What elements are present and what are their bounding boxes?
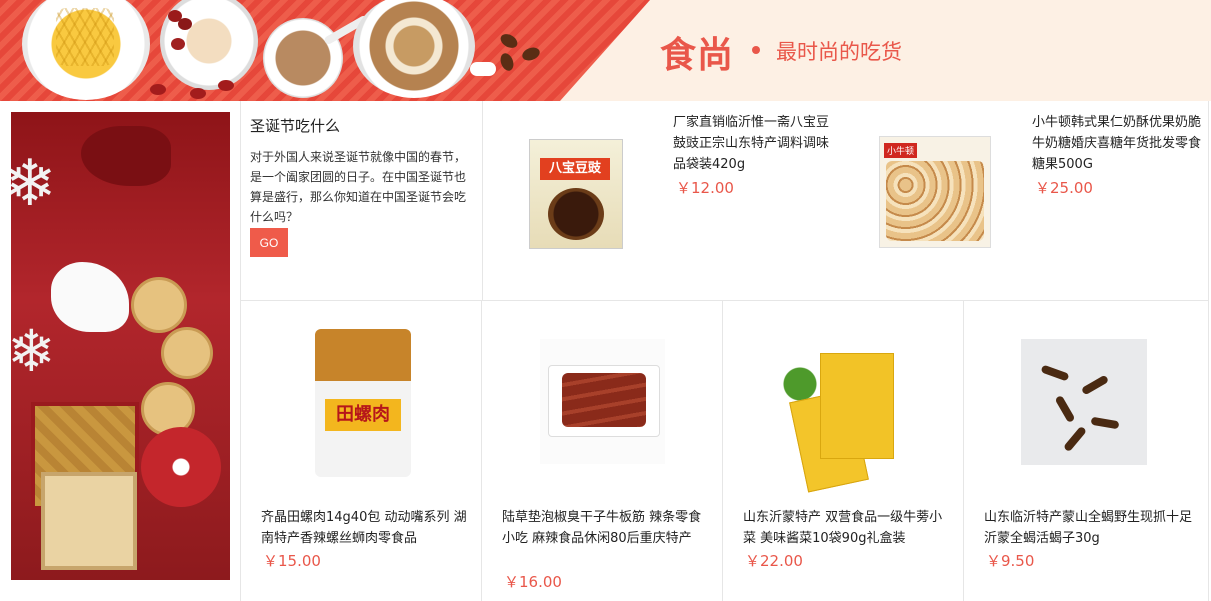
product-image[interactable]: 八宝豆豉 — [529, 139, 623, 249]
product-price: ￥15.00 — [263, 552, 321, 570]
header-banner: 食尚 最时尚的吃货 — [0, 0, 1211, 101]
product-image[interactable] — [768, 343, 908, 493]
product-image[interactable] — [1021, 339, 1147, 465]
product-card[interactable]: 田螺肉 齐晶田螺肉14g40包 动动嘴系列 湖南特产香辣螺丝蛳肉零食品 ￥15.… — [241, 301, 482, 601]
product-price: ￥22.00 — [745, 552, 803, 570]
product-price: ￥25.00 — [1035, 179, 1093, 197]
red-date-icon — [190, 88, 206, 99]
beef-jerky-image — [562, 373, 646, 427]
product-name[interactable]: 小牛顿韩式果仁奶酥优果奶脆牛奶糖婚庆喜糖年货批发零食糖果500G — [1032, 112, 1204, 175]
product-name[interactable]: 厂家直销临沂惟一斋八宝豆鼓豉正宗山东特产调料调味品袋装420g — [673, 112, 838, 175]
tree-cookie-image — [41, 472, 137, 570]
scorpion-image — [1080, 374, 1110, 396]
milk-tea-cup-image — [263, 18, 343, 98]
separator-dot — [752, 46, 760, 54]
product-card[interactable]: 山东沂蒙特产 双营食品一级牛蒡小菜 美味酱菜10袋90g礼盒装 ￥22.00 — [723, 301, 964, 601]
pack-top-image — [315, 329, 411, 381]
feature-title[interactable]: 圣诞节吃什么 — [250, 115, 340, 136]
pack-label: 田螺肉 — [325, 399, 401, 431]
grid-divider — [1208, 101, 1209, 601]
product-card[interactable]: 陆草垫泡椒臭干子牛板筋 辣条零食小吃 麻辣食品休闲80后重庆特产 ￥16.00 — [482, 301, 723, 601]
product-image[interactable]: 田螺肉 — [315, 329, 411, 477]
brand-slogan: 最时尚的吃货 — [776, 40, 902, 64]
honeycomb-plate-image — [22, 0, 150, 100]
product-card[interactable]: 八宝豆豉 厂家直销临沂惟一斋八宝豆鼓豉正宗山东特产调料调味品袋装420g ￥12… — [483, 101, 845, 300]
feature-description: 对于外国人来说圣诞节就像中国的春节，是一个阖家团圆的日子。在中国圣诞节也算是盛行… — [250, 150, 467, 224]
product-image[interactable] — [540, 339, 665, 464]
product-name[interactable]: 山东沂蒙特产 双营食品一级牛蒡小菜 美味酱菜10袋90g礼盒装 — [743, 507, 953, 549]
snowflake-icon: ❄ — [11, 147, 57, 221]
cup-handle-image — [470, 62, 496, 76]
product-price: ￥9.50 — [986, 552, 1035, 570]
pack-image — [820, 353, 894, 459]
go-button[interactable]: GO — [250, 228, 288, 257]
brand-logo[interactable]: 食尚 — [660, 26, 734, 78]
pack-label: 小牛顿 — [884, 143, 918, 158]
coffee-bean-icon — [520, 45, 542, 63]
product-name[interactable]: 陆草垫泡椒臭干子牛板筋 辣条零食小吃 麻辣食品休闲80后重庆特产 — [502, 507, 712, 549]
cookie-image — [161, 327, 213, 379]
candy-image — [886, 161, 984, 241]
ribbon-bow-image — [51, 262, 129, 332]
red-date-icon — [150, 84, 166, 95]
cookie-image — [131, 277, 187, 333]
product-price: ￥16.00 — [504, 573, 562, 591]
product-name[interactable]: 齐晶田螺肉14g40包 动动嘴系列 湖南特产香辣螺丝蛳肉零食品 — [261, 507, 471, 549]
bean-paste-image — [548, 188, 604, 240]
red-date-icon — [218, 80, 234, 91]
red-dot-plate-image — [141, 427, 221, 507]
scorpion-image — [1062, 425, 1088, 453]
pack-label: 八宝豆豉 — [540, 158, 610, 180]
product-price: ￥12.00 — [676, 179, 734, 197]
latte-cup-image — [353, 0, 475, 98]
scorpion-image — [1040, 364, 1070, 382]
coffee-bean-icon — [498, 31, 520, 51]
product-image[interactable]: 小牛顿 — [879, 136, 991, 248]
product-card[interactable]: 小牛顿 小牛顿韩式果仁奶酥优果奶脆牛奶糖婚庆喜糖年货批发零食糖果500G ￥25… — [846, 101, 1208, 300]
product-name[interactable]: 山东临沂特产蒙山全蝎野生现抓十足沂蒙全蝎活蝎子30g — [984, 507, 1194, 549]
christmas-promo-image[interactable]: ❄ ❄ — [11, 112, 230, 580]
coffee-bean-icon — [498, 51, 516, 73]
dried-fruit-bowl-image — [160, 0, 258, 90]
bird-ornament-image — [81, 126, 171, 186]
scorpion-image — [1090, 416, 1120, 430]
product-card[interactable]: 山东临沂特产蒙山全蝎野生现抓十足沂蒙全蝎活蝎子30g ￥9.50 — [964, 301, 1205, 601]
christmas-feature-card: 圣诞节吃什么 对于外国人来说圣诞节就像中国的春节，是一个阖家团圆的日子。在中国圣… — [241, 101, 482, 300]
scorpion-image — [1054, 394, 1076, 424]
snowflake-icon: ❄ — [11, 317, 56, 385]
